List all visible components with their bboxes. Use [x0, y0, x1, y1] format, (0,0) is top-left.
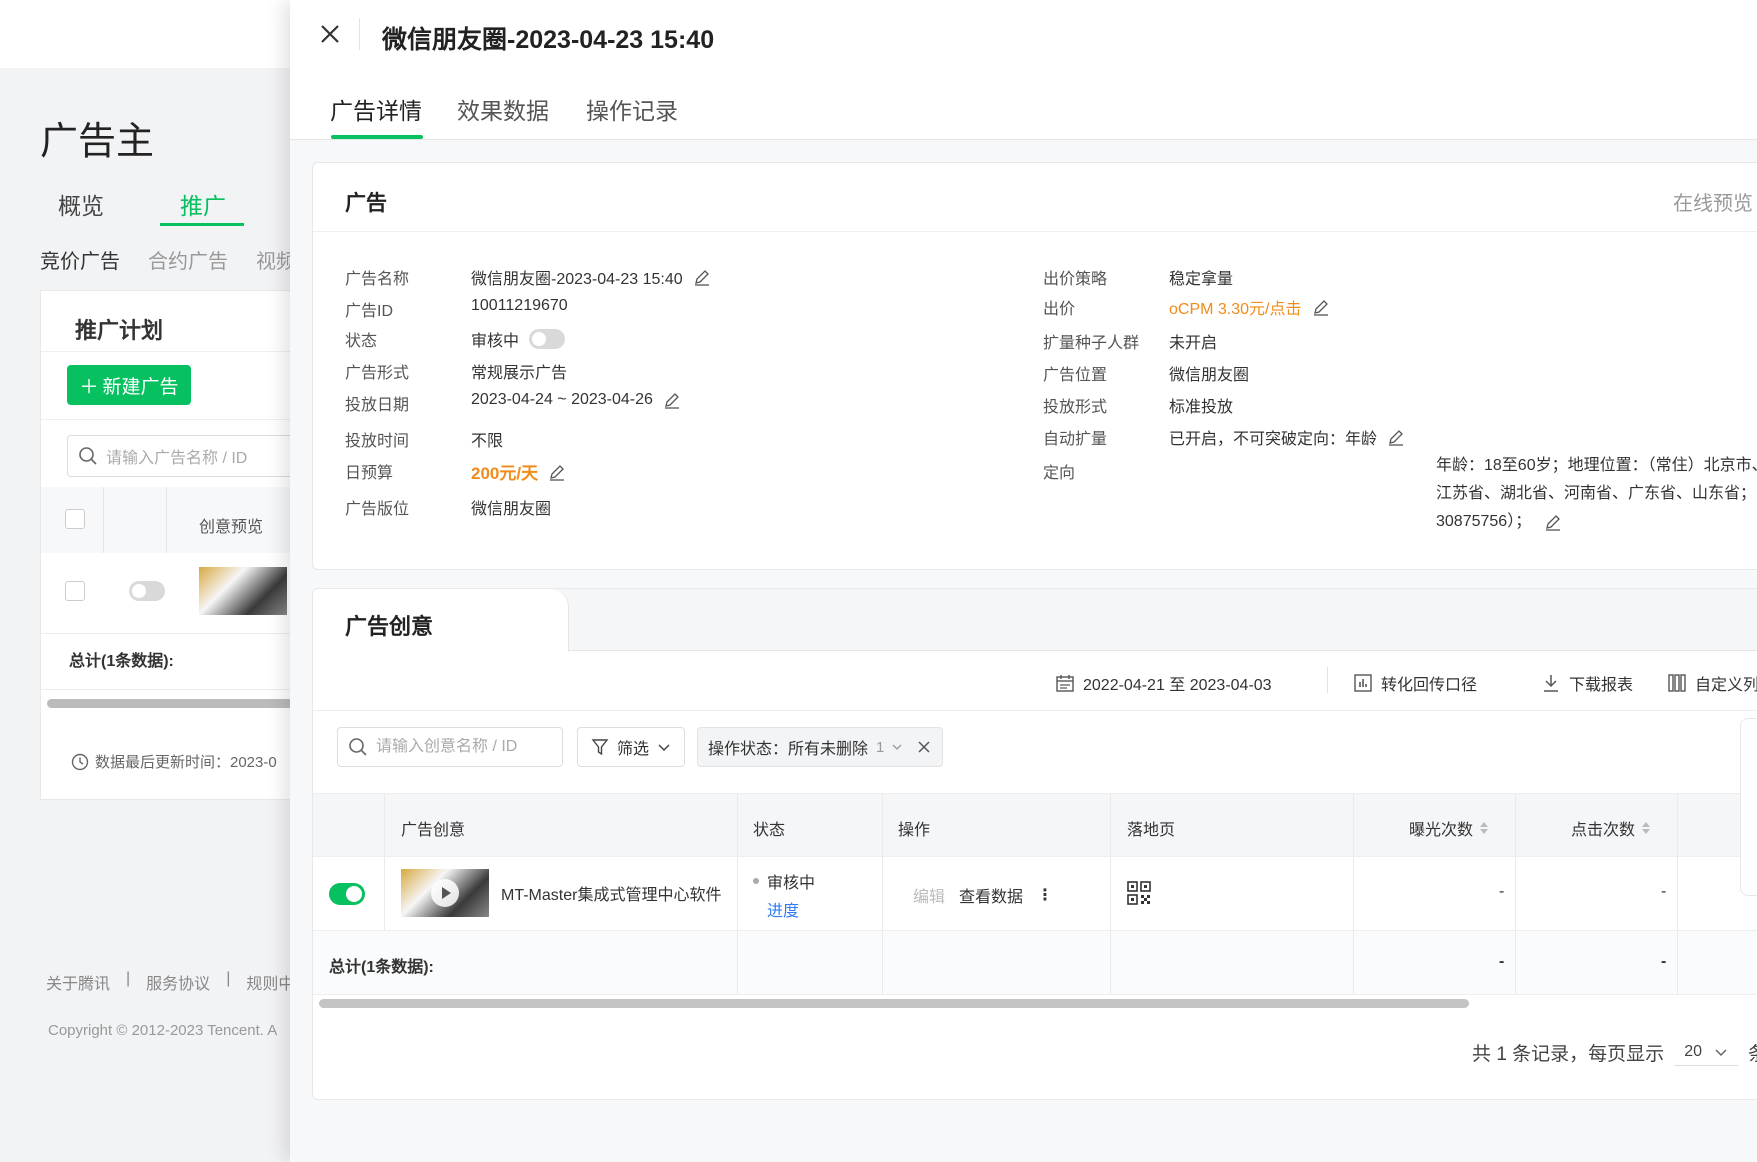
- preview-column-header: 创意预览: [199, 519, 264, 536]
- tab-ad-creative[interactable]: 广告创意: [313, 589, 569, 652]
- chevron-down-icon: [658, 744, 670, 752]
- tab-performance-data[interactable]: 效果数据: [457, 92, 549, 126]
- creative-search-input[interactable]: [376, 738, 536, 756]
- active-tab-underline: [331, 135, 423, 139]
- creative-name[interactable]: MT-Master集成式管理中心软件: [501, 881, 721, 905]
- row-checkbox[interactable]: [65, 581, 85, 601]
- close-icon[interactable]: [916, 739, 932, 755]
- column-header-impressions[interactable]: 曝光次数: [1409, 816, 1489, 840]
- row-toggle[interactable]: [129, 581, 165, 601]
- edit-pencil-icon[interactable]: [548, 463, 566, 481]
- table-total-row: 总计(1条数据): - -: [313, 931, 1757, 995]
- more-actions-icon[interactable]: ⋮: [1037, 885, 1053, 905]
- column-header-operation: 操作: [898, 822, 931, 839]
- creative-toolbar: 2022-04-21 至 2023-04-03 转化回传口径 下载报表 自定义列: [313, 651, 1757, 711]
- plan-title: 推广计划: [75, 318, 164, 343]
- download-report-button[interactable]: 下载报表: [1541, 671, 1633, 695]
- table-row: MT-Master集成式管理中心软件 审核中 进度 编辑 查看数据 ⋮ - -: [313, 857, 1757, 931]
- edit-pencil-icon[interactable]: [1387, 428, 1405, 446]
- header-separator: [359, 18, 360, 50]
- chevron-down-icon: [1715, 1049, 1727, 1057]
- custom-columns-button[interactable]: 自定义列: [1667, 671, 1757, 695]
- calendar-icon: [1056, 675, 1074, 692]
- edit-link[interactable]: 编辑: [913, 883, 945, 907]
- footer-link-terms[interactable]: 服务协议: [146, 970, 210, 994]
- footer-links: 关于腾讯 | 服务协议 | 规则中: [46, 970, 295, 994]
- tab-operation-log[interactable]: 操作记录: [586, 92, 678, 126]
- column-header-landing-page: 落地页: [1127, 822, 1176, 839]
- edit-pencil-icon[interactable]: [693, 268, 711, 286]
- footer-link-rules[interactable]: 规则中: [246, 970, 294, 994]
- sort-icon: [1480, 822, 1489, 834]
- total-label: 总计(1条数据):: [329, 959, 434, 976]
- clicks-value: -: [1661, 883, 1667, 900]
- column-header-creative: 广告创意: [401, 822, 466, 839]
- edit-pencil-icon[interactable]: [1544, 513, 1562, 531]
- footer-link-about[interactable]: 关于腾讯: [46, 970, 110, 994]
- horizontal-scrollbar[interactable]: [319, 999, 1469, 1008]
- creative-enable-toggle[interactable]: [329, 883, 365, 905]
- ad-detail-drawer: 微信朋友圈-2023-04-23 15:40 广告详情 效果数据 操作记录 广告…: [290, 0, 1757, 1162]
- pager-unit: 条: [1748, 1039, 1757, 1066]
- new-ad-button[interactable]: ＋ 新建广告: [67, 365, 191, 405]
- table-header: 广告创意 状态 操作 落地页 曝光次数 点击次数: [313, 793, 1757, 857]
- page-size-select[interactable]: 20: [1674, 1039, 1738, 1066]
- drawer-header: 微信朋友圈-2023-04-23 15:40 广告详情 效果数据 操作记录: [290, 0, 1757, 140]
- page-title: 广告主: [40, 121, 155, 163]
- subtab-contract-ads[interactable]: 合约广告: [148, 245, 228, 274]
- select-all-checkbox[interactable]: [65, 509, 85, 529]
- play-icon: [431, 879, 459, 907]
- total-label: 总计(1条数据):: [69, 653, 174, 670]
- update-time: 数据最后更新时间：2023-0: [71, 751, 277, 772]
- copyright: Copyright © 2012-2023 Tencent. A: [48, 1022, 278, 1039]
- view-data-link[interactable]: 查看数据: [959, 883, 1023, 907]
- tab-ad-details[interactable]: 广告详情: [330, 92, 422, 126]
- status-toggle[interactable]: [529, 329, 566, 349]
- edit-pencil-icon[interactable]: [1312, 298, 1330, 316]
- pagination: 共 1 条记录，每页显示 20 条: [1472, 1039, 1757, 1066]
- edit-pencil-icon[interactable]: [663, 391, 681, 409]
- status-filter-chip[interactable]: 操作状态：所有未删除 1: [697, 727, 944, 767]
- creative-thumbnail[interactable]: [199, 567, 287, 615]
- pager-summary: 共 1 条记录，每页显示: [1472, 1044, 1665, 1065]
- creative-search-box: [337, 727, 563, 767]
- column-header-status: 状态: [753, 822, 786, 839]
- column-header-clicks[interactable]: 点击次数: [1571, 816, 1651, 840]
- bar-chart-icon: [1354, 674, 1372, 692]
- columns-icon: [1668, 674, 1686, 692]
- section-title-ad: 广告: [345, 192, 387, 215]
- progress-link[interactable]: 进度: [767, 897, 799, 921]
- qr-code-icon[interactable]: [1127, 881, 1151, 905]
- divider: [313, 231, 1757, 232]
- status-dot: [753, 878, 759, 884]
- creative-status: 审核中: [767, 875, 816, 892]
- date-range-picker[interactable]: 2022-04-21 至 2023-04-03: [1055, 671, 1272, 695]
- tab-promotion[interactable]: 推广: [180, 187, 226, 221]
- online-preview-link[interactable]: 在线预览: [1673, 187, 1753, 216]
- drawer-title: 微信朋友圈-2023-04-23 15:40: [382, 26, 715, 54]
- filter-button[interactable]: 筛选: [577, 727, 685, 767]
- subtab-bidding-ads[interactable]: 竞价广告: [40, 245, 120, 274]
- sort-icon: [1642, 822, 1651, 834]
- creative-thumbnail[interactable]: [401, 869, 489, 917]
- impressions-value: -: [1499, 883, 1505, 900]
- tab-overview[interactable]: 概览: [58, 187, 104, 221]
- clock-icon: [71, 753, 89, 770]
- creative-card: 广告创意 2022-04-21 至 2023-04-03 转化回传口径 下载报表…: [312, 588, 1757, 1100]
- plus-icon: ＋: [79, 376, 99, 398]
- conversion-caliber-button[interactable]: 转化回传口径: [1353, 671, 1477, 695]
- filter-row: 筛选 操作状态：所有未删除 1: [313, 711, 1757, 781]
- search-icon: [79, 447, 97, 465]
- targeting-value: 年龄：18至60岁；地理位置：（常住）北京市、福建省、上海市、浙江省、陕西省、江…: [1436, 457, 1757, 531]
- funnel-icon: [591, 739, 609, 756]
- tab-underline: [160, 223, 244, 226]
- total-impressions: -: [1499, 953, 1505, 970]
- close-icon[interactable]: [314, 18, 346, 50]
- chevron-down-icon: [892, 744, 902, 750]
- download-icon: [1544, 675, 1558, 692]
- floating-side-panel[interactable]: [1740, 718, 1757, 896]
- search-icon: [349, 738, 367, 756]
- total-clicks: -: [1661, 953, 1667, 970]
